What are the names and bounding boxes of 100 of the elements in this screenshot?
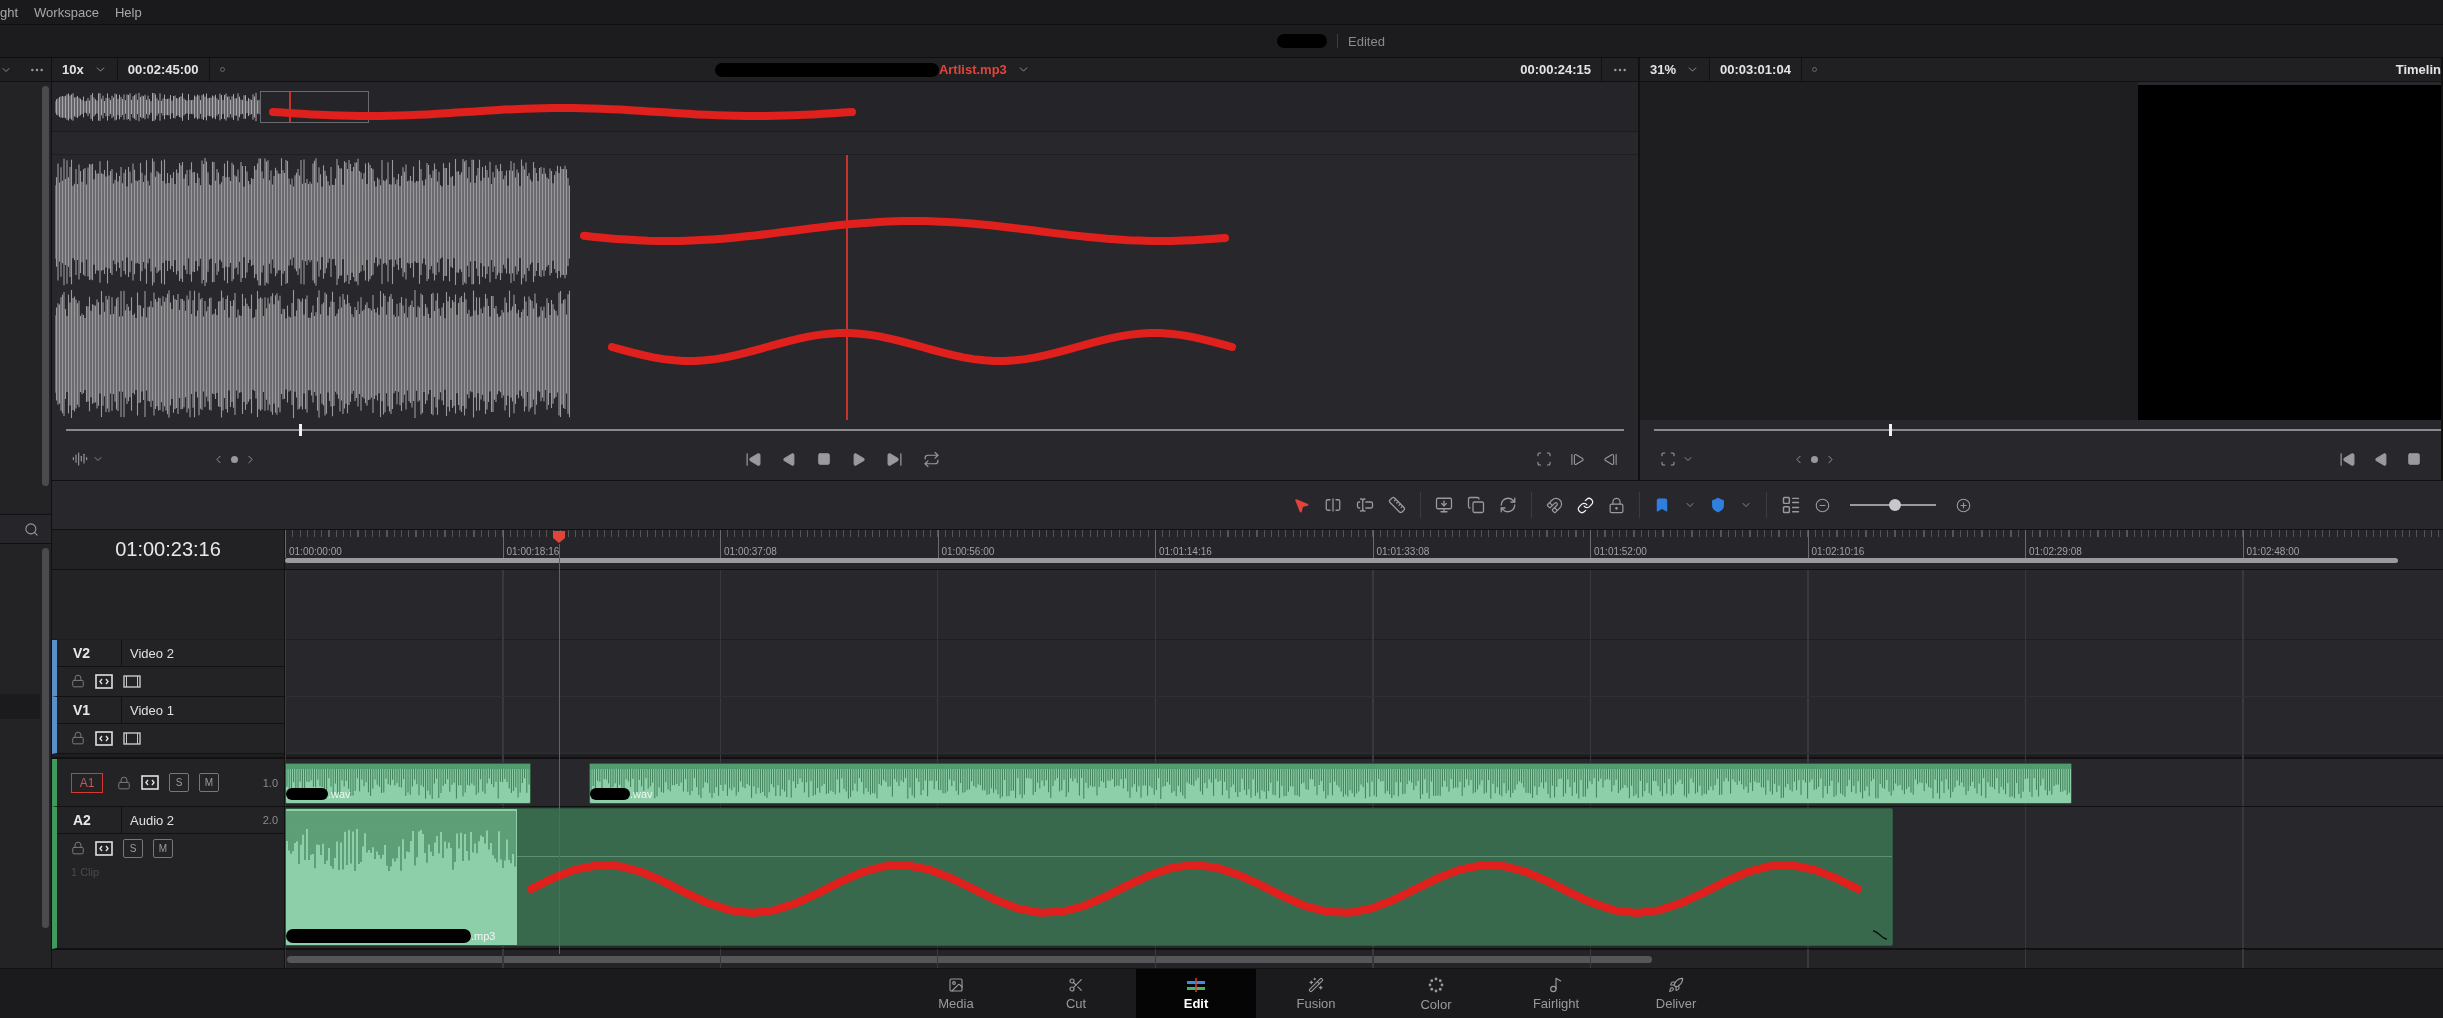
track-toggle-button[interactable]: S: [123, 838, 143, 858]
menu-item[interactable]: Workspace: [34, 4, 99, 20]
track-toggle-button[interactable]: M: [153, 838, 173, 858]
list-layout-icon[interactable]: [1781, 495, 1801, 515]
frame-icon[interactable]: [1660, 451, 1676, 467]
clip-duration: 00:02:45:00: [127, 62, 199, 77]
zoom-level[interactable]: 31%: [1650, 62, 1677, 77]
frame-icon[interactable]: [1536, 451, 1552, 467]
scrollbar[interactable]: [42, 86, 49, 486]
track-id[interactable]: A2: [71, 812, 111, 828]
timeline-duration: 00:03:01:04: [1720, 62, 1791, 77]
lock-icon[interactable]: [117, 775, 131, 790]
track-volume: 1.0: [262, 776, 279, 789]
page-tab[interactable]: Media: [896, 969, 1016, 1018]
nav-dot[interactable]: [1811, 455, 1818, 463]
timecode: 00:00:24:15: [1520, 62, 1591, 77]
stacked-bars-icon: [1185, 976, 1207, 993]
play-reverse-icon[interactable]: [782, 451, 797, 467]
page-tab[interactable]: Deliver: [1616, 969, 1736, 1018]
redaction-mark: [590, 788, 630, 800]
stop-icon[interactable]: [2407, 452, 2421, 466]
zoom-level[interactable]: 10x: [62, 62, 84, 77]
project-status: Edited: [1348, 33, 1385, 49]
shield-icon[interactable]: [1710, 497, 1726, 513]
nav-dot[interactable]: [231, 455, 238, 463]
refresh-icon[interactable]: [1499, 496, 1517, 514]
monitor-down-icon[interactable]: [1435, 496, 1453, 514]
ruler-label: 01:01:52:00: [1594, 546, 1647, 557]
ruler-label: 01:02:48:00: [2246, 546, 2300, 557]
track-id: V2: [72, 645, 92, 661]
magnet-icon[interactable]: [1546, 496, 1563, 514]
scissors-icon: [1068, 976, 1084, 993]
ruler-label: 01:00:00:00: [289, 546, 342, 557]
skip-back-icon[interactable]: [745, 450, 762, 468]
menu-item[interactable]: Help: [114, 4, 142, 20]
dotted-circle-icon: [1427, 975, 1445, 994]
zoom-out-icon[interactable]: [1815, 497, 1830, 513]
page-tab[interactable]: Fusion: [1256, 969, 1376, 1018]
code-box-icon[interactable]: [95, 840, 113, 856]
ruler-label: 01:00:37:08: [724, 546, 777, 557]
step-back-icon[interactable]: [1603, 451, 1618, 467]
track-toggle-button[interactable]: S: [169, 773, 189, 792]
ruler-label: 01:00:56:00: [941, 546, 995, 557]
page-tab[interactable]: Edit: [1136, 969, 1256, 1018]
play-reverse-icon[interactable]: [2374, 451, 2389, 467]
zoom-slider-thumb[interactable]: [1888, 499, 1901, 511]
scrub-handle[interactable]: [1889, 424, 1893, 436]
horizontal-scrollbar[interactable]: [287, 955, 1652, 963]
loop-icon[interactable]: [923, 450, 940, 468]
film-frame-icon[interactable]: [123, 731, 141, 745]
play-icon[interactable]: [851, 451, 866, 467]
lock-icon[interactable]: [71, 674, 85, 688]
text-cursor-icon[interactable]: [1356, 496, 1374, 514]
track-target-toggle[interactable]: A1: [71, 772, 103, 793]
fade-curve-icon[interactable]: [1872, 929, 1888, 941]
ruler-label: 01:01:33:08: [1376, 546, 1430, 557]
timeline-ruler[interactable]: 01:00:00:00 01:00:18:16 01:00:37:08 01:00:56:00 01:01:14:16 01:01:33:08 01:01:52:00 01:02:10:16 01:02:29:08 01:02:48:00: [285, 530, 2443, 570]
pointer-icon[interactable]: [1293, 496, 1310, 514]
clip-name[interactable]: Artlist.mp3: [938, 62, 1007, 77]
ruler-label: 01:02:10:16: [1811, 546, 1865, 557]
step-forward-icon[interactable]: [1570, 451, 1585, 467]
track-toggle-button[interactable]: M: [199, 773, 219, 792]
track-name: Audio 2: [121, 807, 253, 833]
image-icon: [948, 976, 964, 993]
ruler-label: 01:00:18:16: [506, 546, 560, 557]
ruler-label: 01:01:14:16: [1159, 546, 1212, 557]
scrub-handle[interactable]: [298, 424, 302, 436]
waveform-icon[interactable]: [72, 451, 88, 467]
viewer-title: Timelin: [2395, 62, 2441, 77]
code-box-icon[interactable]: [95, 673, 113, 689]
film-frame-icon[interactable]: [123, 674, 141, 688]
stop-icon[interactable]: [817, 452, 831, 466]
wand-icon: [1308, 976, 1324, 993]
zoom-in-icon[interactable]: [1956, 497, 1971, 513]
skip-forward-icon[interactable]: [886, 450, 903, 468]
track-name: Video 2: [121, 640, 284, 666]
track-id: V1: [72, 702, 92, 718]
split-square-icon[interactable]: [1324, 496, 1342, 514]
redaction-mark: [1277, 34, 1327, 48]
bookmark-icon[interactable]: [1654, 497, 1670, 513]
redaction-mark: [286, 788, 328, 800]
scrollbar[interactable]: [42, 548, 49, 928]
search-icon[interactable]: [24, 521, 39, 537]
lock-icon[interactable]: [71, 731, 85, 745]
page-tab[interactable]: Fairlight: [1496, 969, 1616, 1018]
lock-icon[interactable]: [1608, 496, 1625, 514]
copy-icon[interactable]: [1467, 496, 1485, 514]
page-tab[interactable]: Cut: [1016, 969, 1136, 1018]
code-box-icon[interactable]: [95, 730, 113, 746]
skip-back-icon[interactable]: [2339, 450, 2356, 468]
ruler-icon[interactable]: [1388, 496, 1406, 514]
music-note-icon: [1548, 976, 1564, 993]
zoom-window[interactable]: [260, 90, 369, 123]
clip-name: .wav: [630, 788, 653, 800]
menu-item[interactable]: ght: [0, 4, 19, 20]
page-tab[interactable]: Color: [1376, 969, 1496, 1018]
link-icon[interactable]: [1577, 496, 1594, 514]
code-box-icon[interactable]: [141, 775, 159, 790]
lock-icon[interactable]: [71, 841, 85, 855]
track-name: Video 1: [121, 697, 284, 723]
